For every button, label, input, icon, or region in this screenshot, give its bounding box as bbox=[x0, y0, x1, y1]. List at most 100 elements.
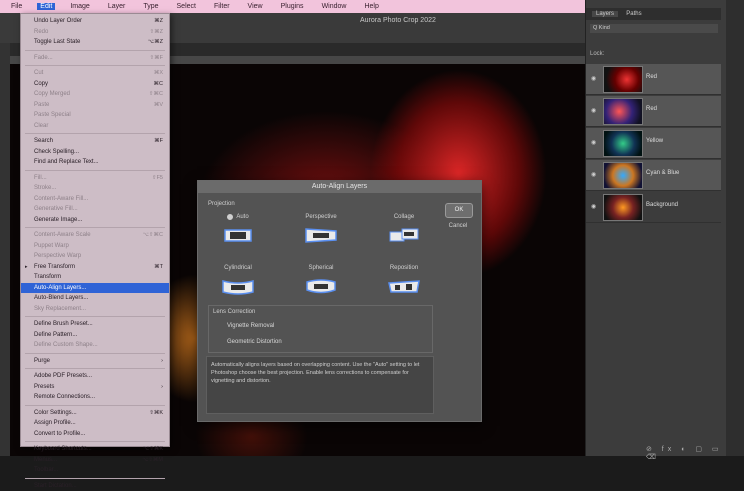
edit-menu-item[interactable]: Cut⌘X bbox=[21, 68, 169, 79]
edit-menu-item[interactable]: Check Spelling... bbox=[21, 147, 169, 158]
menu-plugins[interactable]: Plugins bbox=[278, 3, 307, 10]
edit-menu-item[interactable]: Paste⌘V bbox=[21, 100, 169, 111]
menu-item-label: Auto-Blend Layers... bbox=[34, 295, 88, 301]
projection-preview-icon bbox=[220, 275, 256, 297]
edit-menu-item[interactable]: Find and Replace Text... bbox=[21, 157, 169, 168]
visibility-eye-icon[interactable]: ◉ bbox=[591, 75, 596, 82]
edit-menu-item[interactable]: Content-Aware Scale⌥⇧⌘C bbox=[21, 230, 169, 241]
menu-type[interactable]: Type bbox=[140, 3, 161, 10]
projection-option-spherical[interactable]: Spherical bbox=[291, 265, 351, 297]
menu-item-label: Sky Replacement... bbox=[34, 306, 86, 312]
menu-image[interactable]: Image bbox=[67, 3, 92, 10]
edit-menu-item[interactable]: Puppet Warp bbox=[21, 241, 169, 252]
menu-edit[interactable]: Edit bbox=[37, 3, 55, 10]
edit-menu-item[interactable]: Menus...⌥⇧⌘M bbox=[21, 455, 169, 466]
layer-row[interactable]: ◉ Background bbox=[586, 192, 721, 223]
menu-item-label: Purge bbox=[34, 358, 50, 364]
menu-item-shortcut: ⌥⇧⌘C bbox=[143, 232, 163, 238]
menu-window[interactable]: Window bbox=[319, 3, 350, 10]
edit-menu-item[interactable]: Convert to Profile... bbox=[21, 429, 169, 440]
menu-file[interactable]: File bbox=[8, 3, 25, 10]
edit-menu-item[interactable]: Adobe PDF Presets... bbox=[21, 371, 169, 382]
menu-item-shortcut: ⌥⇧⌘M bbox=[142, 457, 163, 463]
edit-menu-item[interactable]: Auto-Align Layers... bbox=[21, 283, 169, 294]
edit-menu-item[interactable]: Define Custom Shape... bbox=[21, 340, 169, 351]
menu-select[interactable]: Select bbox=[174, 3, 199, 10]
layers-panel: Layers Paths Q Kind Lock: ◉Red◉Red◉Yello… bbox=[585, 0, 744, 456]
layer-row[interactable]: ◉Red bbox=[586, 96, 721, 127]
projection-option-cylindrical[interactable]: Cylindrical bbox=[208, 265, 268, 297]
edit-menu-item[interactable]: Define Pattern... bbox=[21, 330, 169, 341]
menu-item-shortcut: › bbox=[161, 358, 163, 364]
radio-icon[interactable] bbox=[227, 214, 233, 220]
layer-row[interactable]: ◉Yellow bbox=[586, 128, 721, 159]
menu-layer[interactable]: Layer bbox=[105, 3, 129, 10]
edit-menu-item[interactable]: Paste Special bbox=[21, 110, 169, 121]
edit-menu-item[interactable]: Copy⌘C bbox=[21, 79, 169, 90]
layer-name: Cyan & Blue bbox=[646, 170, 679, 176]
visibility-eye-icon[interactable]: ◉ bbox=[591, 107, 596, 114]
projection-preview-icon bbox=[386, 275, 422, 297]
projection-label: Reposition bbox=[374, 265, 434, 271]
menu-item-label: Paste Special bbox=[34, 112, 71, 118]
visibility-eye-icon[interactable]: ◉ bbox=[591, 203, 596, 210]
menu-filter[interactable]: Filter bbox=[211, 3, 233, 10]
layer-row[interactable]: ◉ Cyan & Blue bbox=[586, 160, 721, 191]
menu-item-label: Search bbox=[34, 138, 53, 144]
layer-row[interactable]: ◉Red bbox=[586, 64, 721, 95]
edit-menu-item[interactable]: Copy Merged⇧⌘C bbox=[21, 89, 169, 100]
layers-panel-tabs: Layers Paths bbox=[586, 8, 721, 20]
edit-menu-item[interactable]: Undo Layer Order⌘Z bbox=[21, 16, 169, 27]
edit-menu-item[interactable]: Remote Connections... bbox=[21, 392, 169, 403]
edit-menu-item[interactable]: Purge › bbox=[21, 356, 169, 367]
menu-item-shortcut: ⌘Z bbox=[154, 18, 163, 24]
visibility-eye-icon[interactable]: ◉ bbox=[591, 171, 596, 178]
menu-separator bbox=[25, 133, 165, 134]
menu-view[interactable]: View bbox=[245, 3, 266, 10]
menu-help[interactable]: Help bbox=[361, 3, 381, 10]
edit-menu-item[interactable]: Toolbar... bbox=[21, 465, 169, 476]
edit-menu-item[interactable]: Define Brush Preset... bbox=[21, 319, 169, 330]
edit-menu-item[interactable]: Search⌘F bbox=[21, 136, 169, 147]
projection-option-auto[interactable]: Auto bbox=[208, 214, 268, 246]
menu-item-label: Find and Replace Text... bbox=[34, 159, 99, 165]
edit-menu-item[interactable]: Fill...⇧F5 bbox=[21, 173, 169, 184]
layer-filter-kind[interactable]: Q Kind bbox=[590, 24, 718, 33]
projection-option-perspective[interactable]: Perspective bbox=[291, 214, 351, 246]
vignette-removal-checkbox[interactable]: Vignette Removal bbox=[227, 323, 274, 329]
projection-option-reposition[interactable]: Reposition bbox=[374, 265, 434, 297]
tab-paths[interactable]: Paths bbox=[626, 11, 641, 17]
edit-menu-item[interactable]: Redo⇧⌘Z bbox=[21, 27, 169, 38]
edit-menu-item[interactable]: Presets› bbox=[21, 382, 169, 393]
edit-menu-item[interactable]: Transform bbox=[21, 272, 169, 283]
geometric-distortion-checkbox[interactable]: Geometric Distortion bbox=[227, 339, 282, 345]
edit-menu-item[interactable]: ▸Free Transform⌘T bbox=[21, 262, 169, 273]
edit-menu-item[interactable]: Fade...⇧⌘F bbox=[21, 53, 169, 64]
edit-menu-item[interactable]: Generate Image... bbox=[21, 215, 169, 226]
visibility-eye-icon[interactable]: ◉ bbox=[591, 139, 596, 146]
cancel-button[interactable]: Cancel bbox=[445, 223, 471, 229]
edit-menu-item[interactable]: Perspective Warp bbox=[21, 251, 169, 262]
layer-name: Background bbox=[646, 202, 678, 208]
edit-menu-item[interactable]: Start Dictation... bbox=[21, 481, 169, 491]
blend-mode-row bbox=[590, 37, 718, 46]
menu-item-label: Remote Connections... bbox=[34, 394, 95, 400]
menu-item-label: Content-Aware Fill... bbox=[34, 196, 88, 202]
edit-menu-item[interactable]: Color Settings...⇧⌘K bbox=[21, 408, 169, 419]
edit-menu-item[interactable]: Keyboard Shortcuts...⌥⇧⌘K bbox=[21, 444, 169, 455]
edit-menu-item[interactable]: Content-Aware Fill... bbox=[21, 194, 169, 205]
edit-menu-item[interactable]: Toggle Last State⌥⌘Z bbox=[21, 37, 169, 48]
edit-menu-item[interactable]: Generative Fill... bbox=[21, 204, 169, 215]
menu-item-shortcut: ⇧⌘F bbox=[150, 55, 163, 61]
edit-menu-item[interactable]: Stroke... bbox=[21, 183, 169, 194]
tab-layers[interactable]: Layers bbox=[592, 11, 618, 17]
edit-menu-item[interactable]: Auto-Blend Layers... bbox=[21, 293, 169, 304]
edit-menu-item[interactable]: Clear bbox=[21, 121, 169, 132]
edit-menu-item[interactable]: Sky Replacement... bbox=[21, 304, 169, 315]
ok-button[interactable]: OK bbox=[445, 203, 473, 218]
projection-option-collage[interactable]: Collage bbox=[374, 214, 434, 246]
edit-menu-item[interactable]: Assign Profile... bbox=[21, 418, 169, 429]
projection-group-label: Projection bbox=[208, 201, 235, 207]
menu-item-label: Define Brush Preset... bbox=[34, 321, 93, 327]
projection-name: Auto bbox=[236, 214, 248, 220]
